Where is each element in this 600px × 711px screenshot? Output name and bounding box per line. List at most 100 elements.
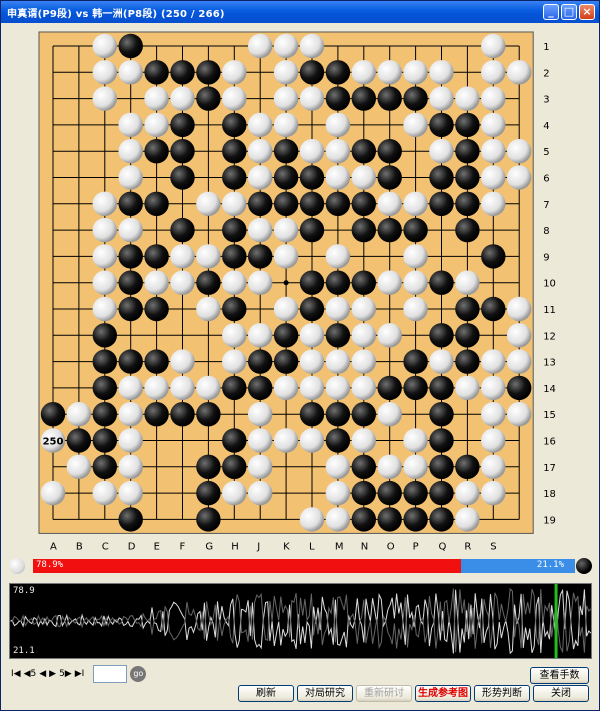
white-stone xyxy=(351,349,376,374)
black-stone xyxy=(377,86,402,111)
white-stone xyxy=(325,296,351,322)
row-label: 7 xyxy=(543,200,549,211)
row-label: 12 xyxy=(543,331,556,342)
white-stone xyxy=(299,349,325,374)
black-stone xyxy=(299,270,325,295)
white-stone xyxy=(325,165,351,190)
black-stone xyxy=(170,112,195,138)
next-move-button[interactable]: ▶ xyxy=(49,669,56,679)
black-stone xyxy=(377,139,402,164)
move-number-input[interactable] xyxy=(93,665,128,683)
white-stone xyxy=(248,139,273,164)
white-stone xyxy=(481,375,506,401)
black-stone xyxy=(377,480,402,506)
black-stone xyxy=(66,428,92,453)
black-stone xyxy=(299,60,325,85)
white-stone xyxy=(325,139,351,164)
generate-reference-button[interactable]: 生成参考图 xyxy=(415,685,471,702)
white-stone xyxy=(248,270,273,295)
white-stone xyxy=(196,191,221,216)
view-moves-button[interactable]: 查看手数 xyxy=(530,667,589,684)
white-stone xyxy=(170,86,195,111)
go-board[interactable]: 12345678910111213141516171819A B C D E F G H J K L… xyxy=(1,23,600,557)
white-stone xyxy=(351,323,376,348)
black-stone xyxy=(455,139,480,164)
go-button[interactable]: go xyxy=(130,666,147,682)
black-stone xyxy=(429,165,454,190)
black-stone xyxy=(196,402,221,427)
black-stone xyxy=(222,428,247,453)
restudy-button[interactable]: 重新研讨 xyxy=(356,685,412,702)
black-stone xyxy=(351,480,376,506)
white-stone xyxy=(222,323,247,348)
black-stone xyxy=(144,139,169,164)
white-stone xyxy=(481,60,506,85)
white-stone xyxy=(118,60,143,85)
black-stone xyxy=(351,270,376,295)
black-stone xyxy=(92,428,118,453)
white-stone xyxy=(248,323,273,348)
column-label: Q xyxy=(439,541,447,552)
last-move-button[interactable]: ▶I xyxy=(75,669,85,679)
white-stone xyxy=(299,139,325,164)
white-stone xyxy=(377,191,402,216)
black-stone xyxy=(325,86,351,111)
column-label: P xyxy=(413,541,419,552)
close-button[interactable]: 关闭 xyxy=(533,685,589,702)
black-stone xyxy=(144,402,169,427)
black-stone xyxy=(351,86,376,111)
white-stone xyxy=(66,402,92,427)
back-5-button[interactable]: ◀5 xyxy=(24,669,37,679)
white-stone xyxy=(507,165,532,190)
white-stone xyxy=(118,375,143,401)
black-stone xyxy=(403,217,428,243)
black-stone xyxy=(196,86,221,111)
forward-5-button[interactable]: 5▶ xyxy=(59,669,72,679)
column-label: R xyxy=(464,541,471,552)
black-stone xyxy=(248,244,273,269)
maximize-button[interactable]: □ xyxy=(561,4,577,20)
row-label: 1 xyxy=(543,42,549,53)
column-label: C xyxy=(102,541,109,552)
title-bar[interactable]: 申真谞(P9段) vs 韩一洲(P8段) (250 / 266) _ □ × xyxy=(1,1,599,23)
graph-max-label: 78.9 xyxy=(13,586,35,596)
white-stone xyxy=(481,428,506,453)
win-rate-graph[interactable]: 78.9 21.1 xyxy=(9,583,592,659)
column-label: K xyxy=(283,541,290,552)
close-window-button[interactable]: × xyxy=(579,4,595,20)
black-stone xyxy=(118,244,143,269)
white-stone xyxy=(248,33,273,59)
white-stone xyxy=(377,454,402,479)
black-stone xyxy=(144,60,169,85)
prev-move-button[interactable]: ◀ xyxy=(39,669,46,679)
first-move-button[interactable]: I◀ xyxy=(11,669,21,679)
white-stone xyxy=(455,270,480,295)
black-stone xyxy=(299,296,325,322)
white-stone xyxy=(351,375,376,401)
white-stone xyxy=(429,349,454,374)
row-label: 10 xyxy=(543,279,556,290)
white-stone xyxy=(248,217,273,243)
row-label: 3 xyxy=(543,95,549,106)
white-stone xyxy=(299,33,325,59)
refresh-button[interactable]: 刷新 xyxy=(238,685,294,702)
white-stone xyxy=(455,375,480,401)
study-button[interactable]: 对局研究 xyxy=(297,685,353,702)
black-stone xyxy=(377,507,402,532)
white-stone xyxy=(299,428,325,453)
app-window: 申真谞(P9段) vs 韩一洲(P8段) (250 / 266) _ □ × 1… xyxy=(0,0,600,711)
black-stone xyxy=(351,217,376,243)
white-stone xyxy=(222,270,247,295)
white-stone xyxy=(403,60,428,85)
black-stone xyxy=(455,349,480,374)
black-stone xyxy=(299,217,325,243)
white-stone xyxy=(377,323,402,348)
black-stone xyxy=(481,296,506,322)
minimize-button[interactable]: _ xyxy=(543,4,559,20)
black-stone xyxy=(429,191,454,216)
white-stone xyxy=(351,296,376,322)
judge-position-button[interactable]: 形势判断 xyxy=(474,685,530,702)
white-stone xyxy=(299,375,325,401)
white-stone xyxy=(481,480,506,506)
star-point xyxy=(283,280,289,286)
